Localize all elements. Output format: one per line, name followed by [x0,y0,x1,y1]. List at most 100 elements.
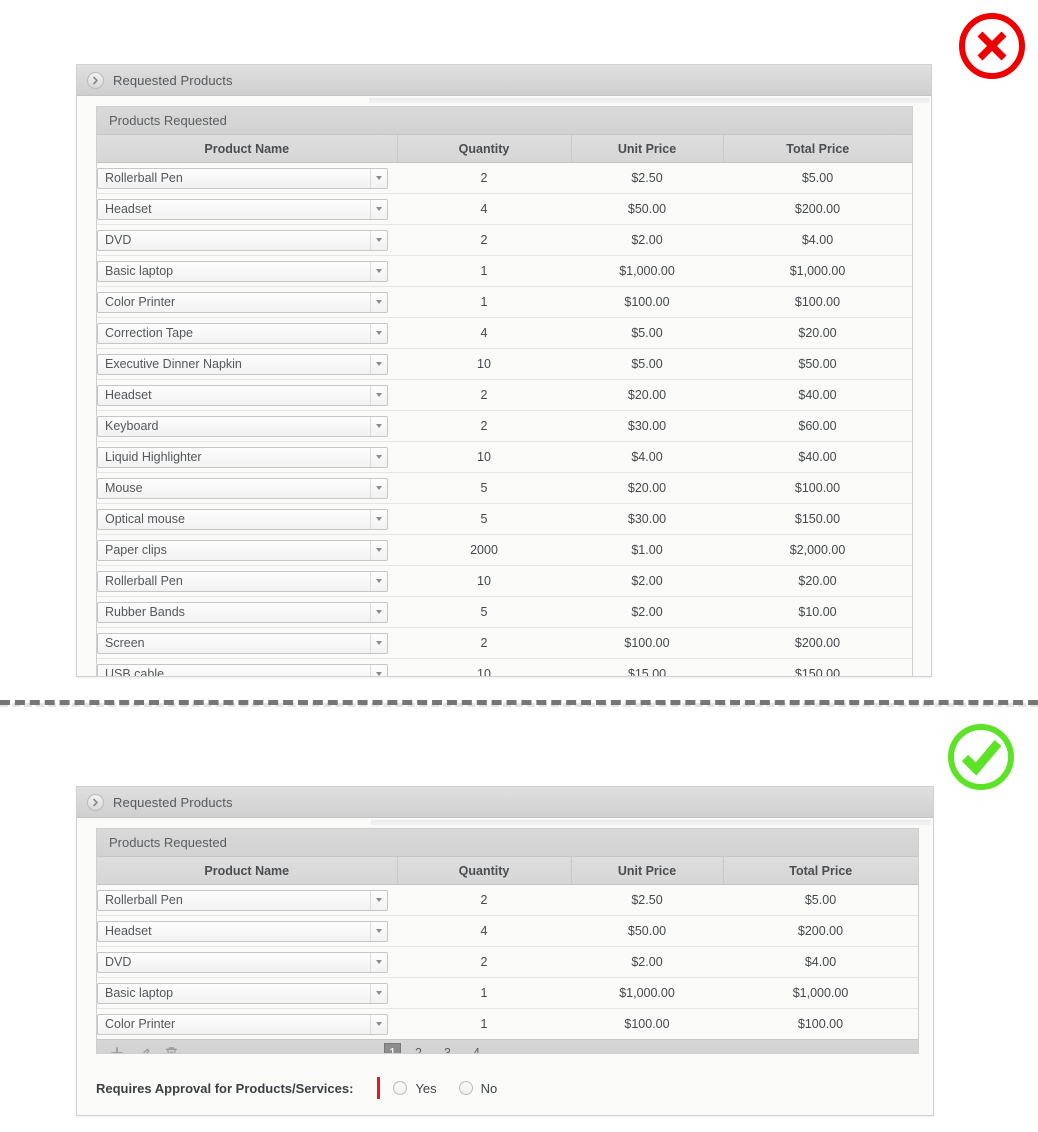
cell-quantity: 2 [397,162,571,194]
col-total-price[interactable]: Total Price [723,857,918,885]
chevron-down-icon[interactable] [370,385,387,405]
pager-page-1[interactable]: 1 [384,1042,401,1053]
cell-quantity: 2 [397,884,571,916]
chevron-down-icon[interactable] [370,983,387,1003]
radio-option-yes[interactable]: Yes [393,1081,437,1096]
col-unit-price[interactable]: Unit Price [571,857,724,885]
product-name-select[interactable]: Executive Dinner Napkin [97,353,388,375]
chevron-down-icon[interactable] [370,602,387,622]
cell-product-name: Correction Tape [97,317,397,349]
product-name-select[interactable]: Correction Tape [97,322,388,344]
chevron-down-icon[interactable] [370,952,387,972]
chevron-right-icon[interactable] [87,793,104,811]
table-row: Headset 4 $50.00 $200.00 [97,915,918,947]
product-name-select[interactable]: Rubber Bands [97,601,388,623]
col-product-name[interactable]: Product Name [97,857,398,885]
col-quantity[interactable]: Quantity [397,857,572,885]
trash-icon[interactable] [161,1043,181,1053]
products-table-bad: Product Name Quantity Unit Price Total P… [97,135,912,676]
radio-yes-circle[interactable] [393,1081,408,1095]
product-name-value: Rollerball Pen [105,574,183,588]
section-divider [0,700,1038,705]
product-name-select[interactable]: Mouse [97,477,388,499]
product-name-select[interactable]: Rollerball Pen [97,889,388,911]
cell-quantity: 4 [397,317,571,349]
cell-quantity: 2 [397,946,571,978]
chevron-down-icon[interactable] [370,571,387,591]
product-name-select[interactable]: Basic laptop [97,260,388,282]
table-row: Liquid Highlighter 10 $4.00 $40.00 [97,441,912,473]
chevron-right-icon[interactable] [87,71,104,89]
chevron-down-icon[interactable] [370,890,387,910]
table-row: DVD 2 $2.00 $4.00 [97,946,918,978]
chevron-down-icon[interactable] [370,540,387,560]
product-name-select[interactable]: Headset [97,384,388,406]
product-name-value: Basic laptop [105,264,174,278]
chevron-down-icon[interactable] [370,509,387,529]
table-row: Rollerball Pen 2 $2.50 $5.00 [97,162,912,194]
chevron-down-icon[interactable] [370,447,387,467]
cell-unit-price: $2.50 [571,884,723,916]
product-name-value: Color Printer [105,1017,176,1031]
product-name-select[interactable]: Rollerball Pen [97,570,388,592]
col-product-name[interactable]: Product Name [97,135,398,163]
panel-header-bad[interactable]: Requested Products [77,65,931,96]
chevron-down-icon[interactable] [370,168,387,188]
requested-products-panel-good: Requested Products Products Requested Pr… [76,786,934,1116]
product-name-select[interactable]: USB cable [97,663,388,676]
cell-unit-price: $20.00 [571,379,723,411]
plus-icon[interactable] [107,1043,127,1053]
horizontal-scrollbar-track-bad[interactable] [369,98,929,103]
cell-quantity: 5 [397,503,571,535]
product-name-select[interactable]: Rollerball Pen [97,167,388,189]
chevron-down-icon[interactable] [370,199,387,219]
chevron-down-icon[interactable] [370,633,387,653]
product-name-select[interactable]: Screen [97,632,388,654]
cell-product-name: Basic laptop [97,255,397,287]
pager-page-4[interactable]: 4 [465,1043,488,1054]
chevron-down-icon[interactable] [370,230,387,250]
product-name-select[interactable]: Liquid Highlighter [97,446,388,468]
cell-product-name: Rubber Bands [97,596,397,628]
product-name-select[interactable]: Headset [97,198,388,220]
chevron-down-icon[interactable] [370,1014,387,1034]
chevron-down-icon[interactable] [370,416,387,436]
cell-total-price: $100.00 [723,472,912,504]
cell-unit-price: $5.00 [571,348,723,380]
cell-product-name: USB cable [97,658,397,676]
product-name-select[interactable]: Optical mouse [97,508,388,530]
pager-page-3[interactable]: 3 [436,1043,459,1054]
col-unit-price[interactable]: Unit Price [571,135,724,163]
col-quantity[interactable]: Quantity [397,135,572,163]
chevron-down-icon[interactable] [370,354,387,374]
radio-option-no[interactable]: No [458,1081,497,1096]
product-name-select[interactable]: Headset [97,920,388,942]
product-name-select[interactable]: Paper clips [97,539,388,561]
product-name-select[interactable]: DVD [97,951,388,973]
chevron-down-icon[interactable] [370,664,387,676]
cell-quantity: 1 [397,286,571,318]
chevron-down-icon[interactable] [370,478,387,498]
horizontal-scrollbar-track-good[interactable] [371,820,931,825]
product-name-select[interactable]: Color Printer [97,1013,388,1035]
cell-total-price: $150.00 [723,503,912,535]
chevron-down-icon[interactable] [370,261,387,281]
pager-page-2[interactable]: 2 [407,1043,430,1054]
cell-total-price: $40.00 [723,441,912,473]
radio-no-circle[interactable] [458,1081,473,1095]
col-total-price[interactable]: Total Price [723,135,912,163]
cell-product-name: Paper clips [97,534,397,566]
panel-header-good[interactable]: Requested Products [77,787,933,818]
product-name-select[interactable]: Basic laptop [97,982,388,1004]
cell-product-name: Headset [97,379,397,411]
product-name-select[interactable]: Keyboard [97,415,388,437]
chevron-down-icon[interactable] [370,921,387,941]
chevron-down-icon[interactable] [370,292,387,312]
product-name-select[interactable]: DVD [97,229,388,251]
cell-product-name: Optical mouse [97,503,397,535]
cell-total-price: $2,000.00 [723,534,912,566]
product-name-value: Keyboard [105,419,159,433]
pencil-icon[interactable] [134,1043,154,1053]
chevron-down-icon[interactable] [370,323,387,343]
product-name-select[interactable]: Color Printer [97,291,388,313]
